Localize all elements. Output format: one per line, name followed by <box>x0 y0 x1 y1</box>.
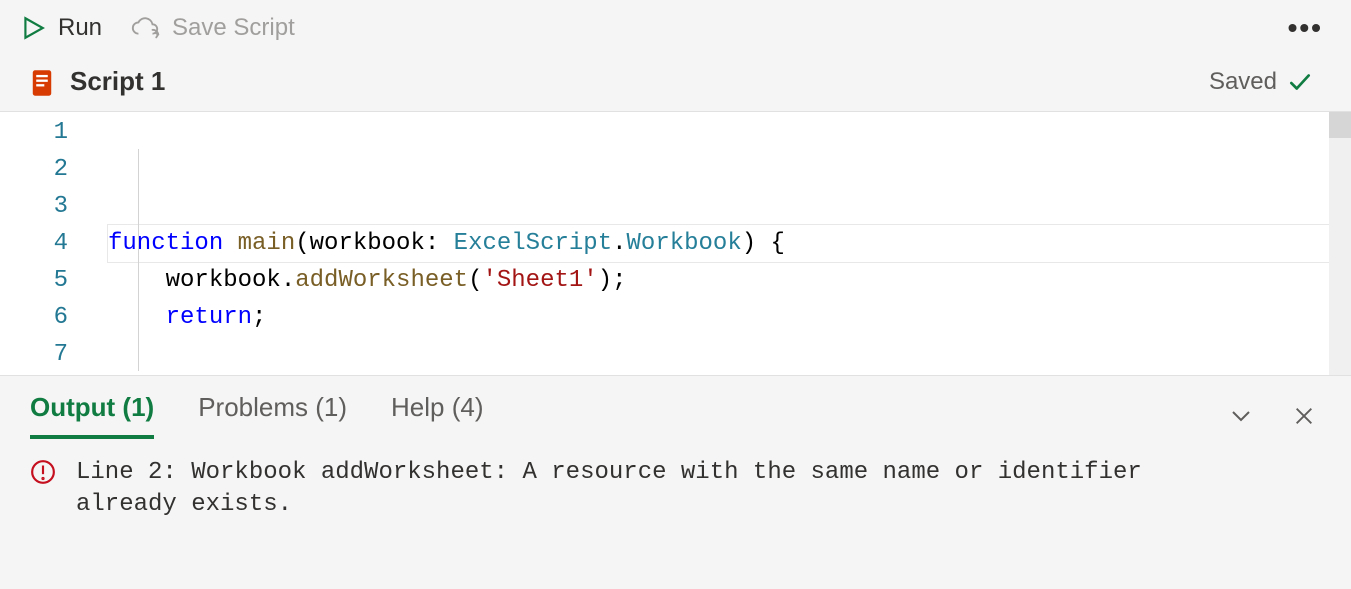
run-button[interactable]: Run <box>20 14 102 42</box>
checkmark-icon <box>1287 69 1313 95</box>
code-line <box>108 336 1329 373</box>
run-label: Run <box>58 14 102 42</box>
indent-guide <box>138 149 139 371</box>
code-content[interactable]: function main(workbook: ExcelScript.Work… <box>108 112 1329 375</box>
save-status: Saved <box>1209 68 1323 96</box>
more-options-button[interactable]: ••• <box>1288 12 1331 44</box>
line-number-gutter: 1 2 3 4 5 6 7 <box>0 112 108 375</box>
line-number: 7 <box>0 336 108 373</box>
code-line: function main(workbook: ExcelScript.Work… <box>108 225 1329 262</box>
code-editor[interactable]: 1 2 3 4 5 6 7 function main(workbook: Ex… <box>0 111 1351 375</box>
code-line <box>108 410 1329 447</box>
minimap-scrollbar[interactable] <box>1329 112 1351 375</box>
line-number: 3 <box>0 188 108 225</box>
script-title-bar: Script 1 Saved <box>0 56 1351 111</box>
toolbar: Run Save Script ••• <box>0 0 1351 56</box>
cloud-save-icon <box>130 15 160 41</box>
save-script-label: Save Script <box>172 14 295 42</box>
line-number: 2 <box>0 151 108 188</box>
error-icon <box>30 459 56 485</box>
minimap-thumb[interactable] <box>1329 112 1351 138</box>
script-file-icon <box>28 68 56 96</box>
save-status-text: Saved <box>1209 68 1277 96</box>
code-line: workbook.addWorksheet('Sheet1'); <box>108 262 1329 299</box>
line-number: 6 <box>0 299 108 336</box>
line-number: 4 <box>0 225 108 262</box>
code-line: return; <box>108 299 1329 336</box>
code-line <box>108 373 1329 410</box>
code-line <box>108 447 1329 484</box>
script-name: Script 1 <box>70 66 165 97</box>
line-number: 5 <box>0 262 108 299</box>
line-number: 1 <box>0 114 108 151</box>
save-script-button[interactable]: Save Script <box>130 14 295 42</box>
play-icon <box>20 15 46 41</box>
